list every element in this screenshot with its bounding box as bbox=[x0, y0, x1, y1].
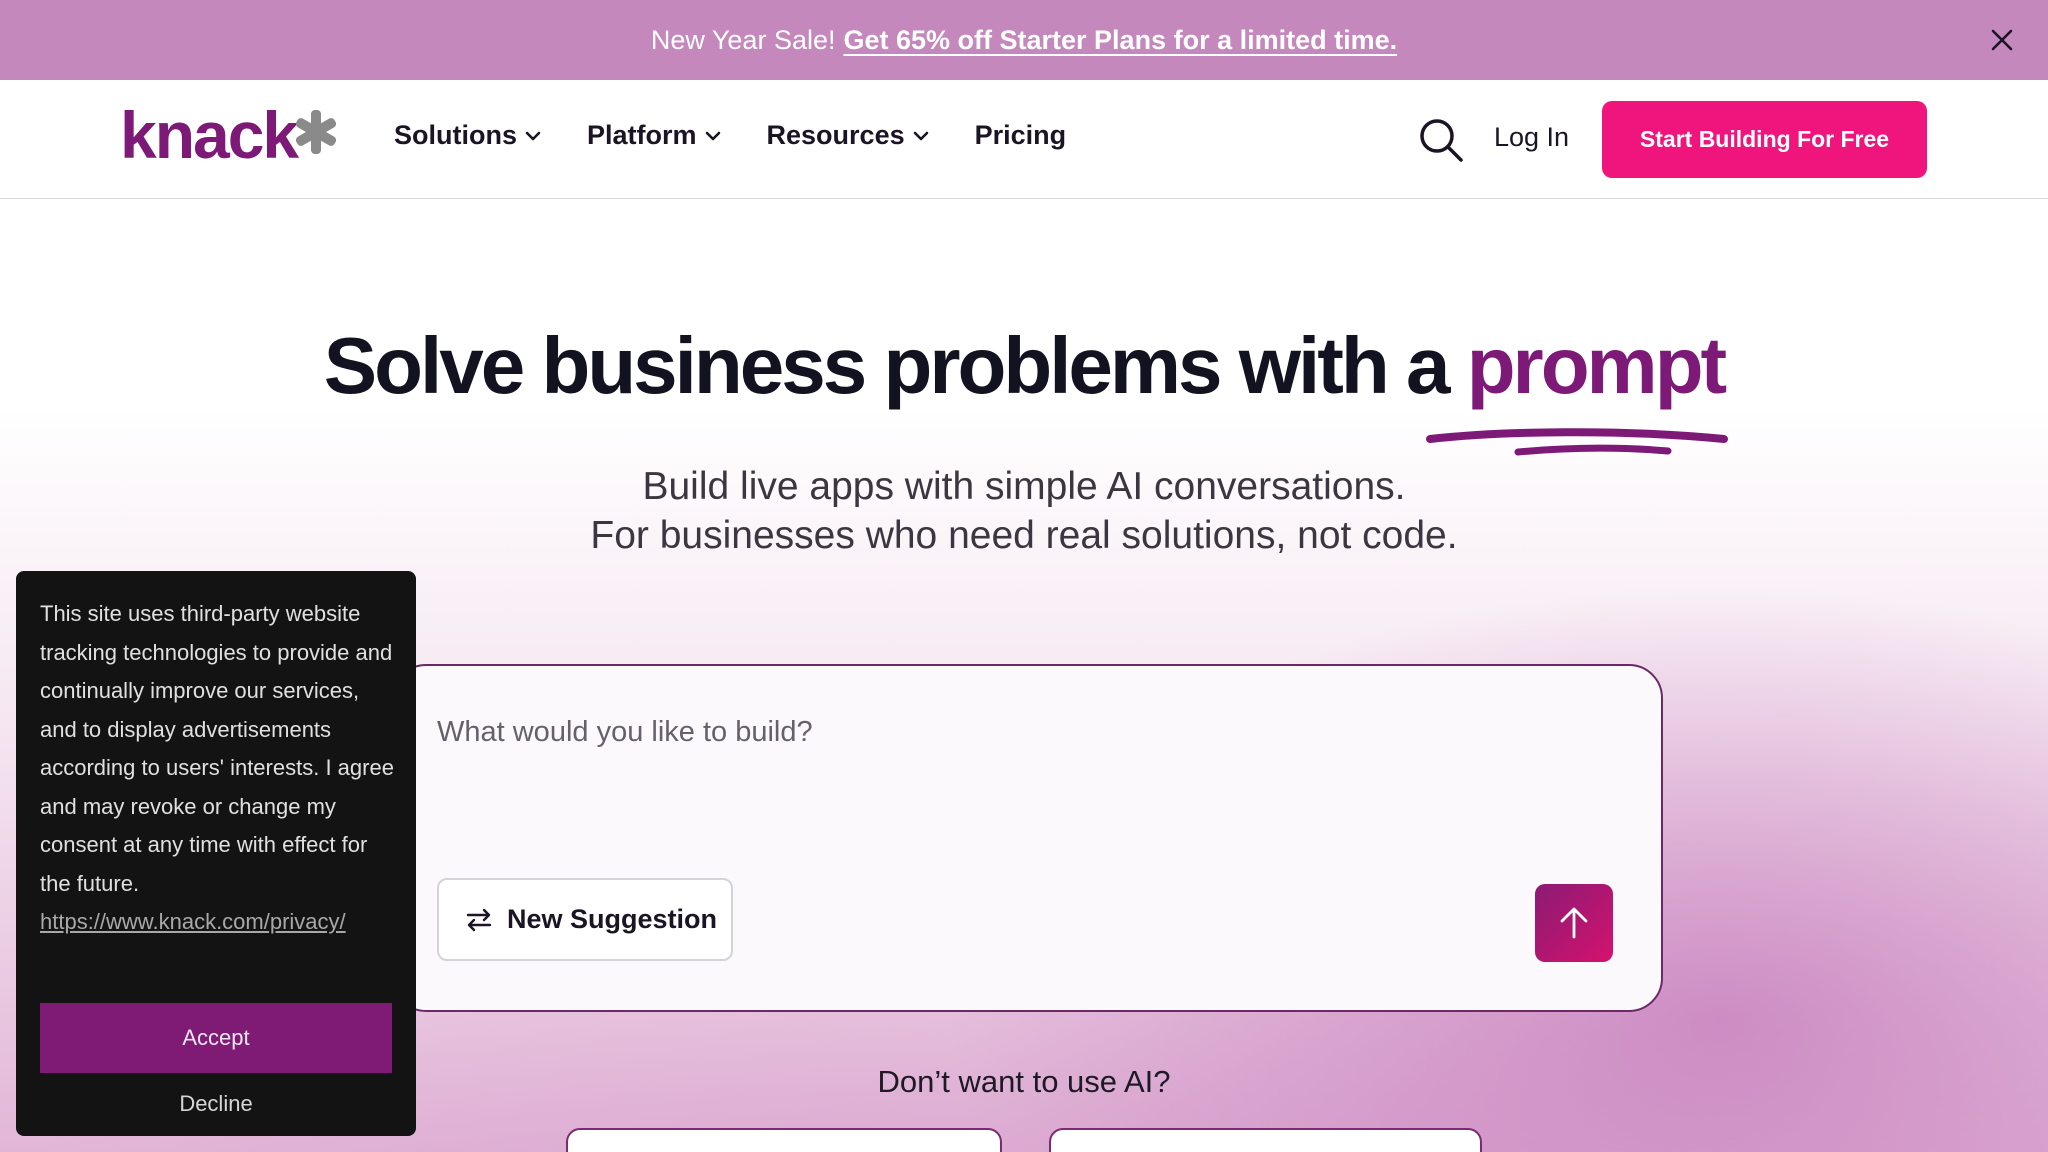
chevron-down-icon bbox=[705, 131, 720, 140]
prompt-box: New Suggestion bbox=[392, 664, 1663, 1012]
nav-label: Resources bbox=[766, 120, 905, 150]
chevron-down-icon bbox=[913, 131, 928, 140]
hero-title: Solve business problems with a prompt bbox=[0, 320, 2048, 412]
nav-label: Platform bbox=[587, 120, 697, 150]
nav-platform[interactable]: Platform bbox=[587, 120, 721, 151]
privacy-link[interactable]: https://www.knack.com/privacy/ bbox=[40, 903, 400, 942]
arrow-up-icon bbox=[1560, 907, 1588, 939]
alternative-card[interactable] bbox=[566, 1128, 1002, 1152]
new-suggestion-button[interactable]: New Suggestion bbox=[437, 878, 733, 961]
cookie-message: This site uses third-party website track… bbox=[40, 601, 394, 896]
cookie-banner: This site uses third-party website track… bbox=[16, 571, 416, 1136]
main-nav: Solutions Platform Resources Pricing bbox=[394, 120, 1112, 151]
decline-button[interactable]: Decline bbox=[40, 1086, 392, 1122]
site-header: knack Solutions Platform Resources Prici… bbox=[0, 80, 2048, 199]
subtitle-line-1: Build live apps with simple AI conversat… bbox=[642, 465, 1406, 508]
cookie-text-block: This site uses third-party website track… bbox=[40, 595, 400, 942]
swap-arrows-icon bbox=[466, 908, 492, 931]
subtitle-line-2: For businesses who need real solutions, … bbox=[590, 514, 1458, 557]
nav-pricing[interactable]: Pricing bbox=[975, 120, 1067, 151]
hero-title-accent: prompt bbox=[1466, 321, 1728, 410]
accept-button[interactable]: Accept bbox=[40, 1003, 392, 1073]
alternative-card[interactable] bbox=[1049, 1128, 1482, 1152]
hero-title-main: Solve business problems with a bbox=[323, 321, 1451, 410]
asterisk-icon bbox=[295, 110, 337, 154]
promo-link[interactable]: Get 65% off Starter Plans for a limited … bbox=[843, 25, 1397, 56]
start-building-button[interactable]: Start Building For Free bbox=[1602, 101, 1927, 178]
nav-label: Solutions bbox=[394, 120, 517, 150]
login-link[interactable]: Log In bbox=[1494, 122, 1569, 153]
nav-label: Pricing bbox=[974, 120, 1067, 150]
hero-subtitle: Build live apps with simple AI conversat… bbox=[0, 462, 2048, 560]
knack-logo[interactable]: knack bbox=[120, 106, 342, 170]
prompt-input[interactable] bbox=[437, 716, 1537, 749]
close-icon[interactable] bbox=[1986, 24, 2018, 56]
nav-solutions[interactable]: Solutions bbox=[394, 120, 541, 151]
nav-resources[interactable]: Resources bbox=[767, 120, 929, 151]
chevron-down-icon bbox=[525, 131, 541, 140]
promo-banner: New Year Sale! Get 65% off Starter Plans… bbox=[0, 0, 2048, 80]
underline-squiggle bbox=[1426, 428, 1728, 456]
submit-prompt-button[interactable] bbox=[1535, 884, 1613, 962]
logo-wordmark: knack bbox=[120, 106, 299, 170]
search-icon[interactable] bbox=[1417, 116, 1465, 164]
new-suggestion-label: New Suggestion bbox=[507, 904, 718, 934]
promo-text: New Year Sale! bbox=[650, 24, 836, 55]
